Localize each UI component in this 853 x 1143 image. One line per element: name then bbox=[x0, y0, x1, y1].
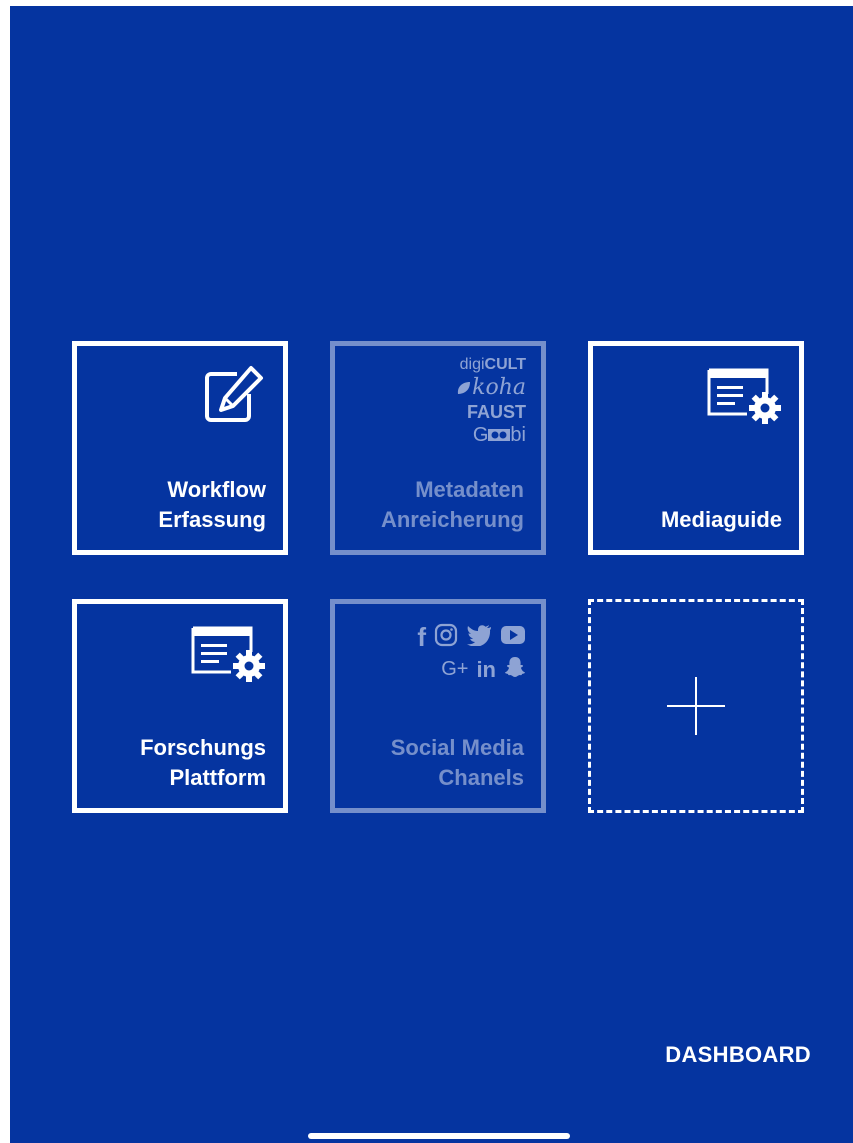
koha-leaf-icon bbox=[457, 382, 471, 394]
tile-social-media-chanels[interactable]: f G+ in Social Media Chanels bbox=[330, 599, 546, 813]
faust-logo: FAUST bbox=[466, 402, 526, 422]
instagram-icon bbox=[434, 623, 458, 652]
twitter-icon bbox=[466, 624, 492, 651]
social-icons-row-1: f bbox=[417, 622, 526, 653]
dashboard-link[interactable]: DASHBOARD bbox=[665, 1042, 811, 1068]
tile-label: Mediaguide bbox=[660, 507, 782, 532]
tile-label: Forschungs Plattform bbox=[140, 735, 266, 790]
linkedin-icon: in bbox=[476, 656, 496, 682]
koha-logo: koha bbox=[456, 377, 526, 399]
tile-metadaten-anreicherung[interactable]: digiCULT koha FAUST G bi Metadaten Anrei… bbox=[330, 341, 546, 555]
snapchat-icon bbox=[504, 656, 526, 683]
plus-icon bbox=[667, 677, 725, 735]
facebook-icon: f bbox=[417, 622, 426, 652]
google-plus-icon: G+ bbox=[441, 658, 469, 680]
add-tile-button[interactable] bbox=[588, 599, 804, 813]
tile-label: Workflow Erfassung bbox=[158, 477, 266, 532]
dashboard-screen: Workflow Erfassung digiCULT koha FAUST G… bbox=[10, 6, 853, 1143]
youtube-icon bbox=[500, 625, 526, 650]
social-icons-row-2: G+ in bbox=[441, 656, 526, 683]
metadata-logos: digiCULT koha FAUST G bi bbox=[456, 357, 526, 449]
settings-document-icon bbox=[191, 624, 269, 691]
goobi-glasses-icon bbox=[488, 429, 511, 441]
tile-mediaguide[interactable]: Mediaguide bbox=[588, 341, 804, 555]
tile-forschungs-plattform[interactable]: Forschungs Plattform bbox=[72, 599, 288, 813]
edit-icon bbox=[203, 364, 267, 429]
tile-workflow-erfassung[interactable]: Workflow Erfassung bbox=[72, 341, 288, 555]
tile-label: Metadaten Anreicherung bbox=[380, 477, 524, 532]
tile-label: Social Media Chanels bbox=[390, 735, 524, 790]
settings-document-icon bbox=[707, 366, 785, 433]
home-indicator[interactable] bbox=[308, 1133, 570, 1139]
digicult-logo: digiCULT bbox=[459, 356, 526, 373]
goobi-logo: G bi bbox=[472, 424, 526, 446]
